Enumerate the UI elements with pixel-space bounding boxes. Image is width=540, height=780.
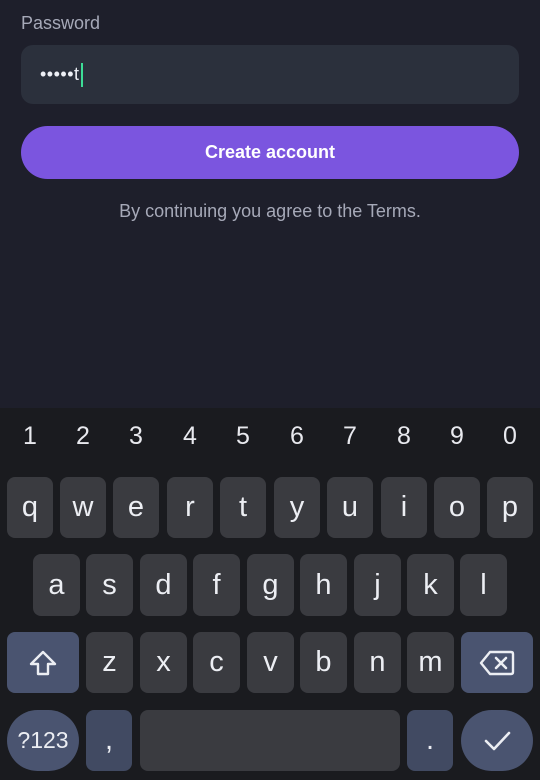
key-o[interactable]: o	[434, 477, 480, 538]
password-label: Password	[21, 13, 101, 33]
key-b[interactable]: b	[300, 632, 347, 693]
comma-key[interactable]: ,	[86, 710, 132, 771]
on-screen-keyboard: 1 2 3 4 5 6 7 8 9 0 q w e r t y u i o p …	[0, 408, 540, 780]
key-5[interactable]: 5	[223, 422, 263, 451]
key-v[interactable]: v	[247, 632, 294, 693]
shift-key[interactable]	[7, 632, 79, 693]
symbols-key[interactable]: ?123	[7, 710, 79, 771]
password-input[interactable]: •••••t	[21, 45, 519, 104]
enter-key[interactable]	[461, 710, 533, 771]
backspace-key[interactable]	[461, 632, 533, 693]
key-h[interactable]: h	[300, 554, 347, 616]
key-9[interactable]: 9	[437, 422, 477, 451]
key-n[interactable]: n	[354, 632, 401, 693]
key-7[interactable]: 7	[330, 422, 370, 451]
key-k[interactable]: k	[407, 554, 454, 616]
text-cursor	[80, 62, 83, 87]
key-4[interactable]: 4	[170, 422, 210, 451]
key-d[interactable]: d	[140, 554, 187, 616]
number-row: 1 2 3 4 5 6 7 8 9 0	[0, 408, 540, 468]
key-y[interactable]: y	[274, 477, 320, 538]
key-1[interactable]: 1	[10, 422, 50, 451]
checkmark-icon	[482, 729, 512, 753]
key-s[interactable]: s	[86, 554, 133, 616]
key-0[interactable]: 0	[490, 422, 530, 451]
key-q[interactable]: q	[7, 477, 53, 538]
key-l[interactable]: l	[460, 554, 507, 616]
key-g[interactable]: g	[247, 554, 294, 616]
key-z[interactable]: z	[86, 632, 133, 693]
key-8[interactable]: 8	[384, 422, 424, 451]
key-2[interactable]: 2	[63, 422, 103, 451]
key-3[interactable]: 3	[116, 422, 156, 451]
space-key[interactable]	[140, 710, 400, 771]
key-6[interactable]: 6	[277, 422, 317, 451]
key-a[interactable]: a	[33, 554, 80, 616]
backspace-icon	[479, 649, 515, 677]
password-value: •••••t	[40, 64, 80, 84]
key-c[interactable]: c	[193, 632, 240, 693]
terms-notice: By continuing you agree to the Terms.	[119, 201, 421, 221]
key-r[interactable]: r	[167, 477, 213, 538]
period-key[interactable]: .	[407, 710, 453, 771]
key-u[interactable]: u	[327, 477, 373, 538]
create-account-button[interactable]: Create account	[21, 126, 519, 179]
key-p[interactable]: p	[487, 477, 533, 538]
key-w[interactable]: w	[60, 477, 106, 538]
key-m[interactable]: m	[407, 632, 454, 693]
key-j[interactable]: j	[354, 554, 401, 616]
shift-icon	[28, 648, 58, 678]
key-f[interactable]: f	[193, 554, 240, 616]
key-i[interactable]: i	[381, 477, 427, 538]
key-e[interactable]: e	[113, 477, 159, 538]
key-x[interactable]: x	[140, 632, 187, 693]
key-t[interactable]: t	[220, 477, 266, 538]
